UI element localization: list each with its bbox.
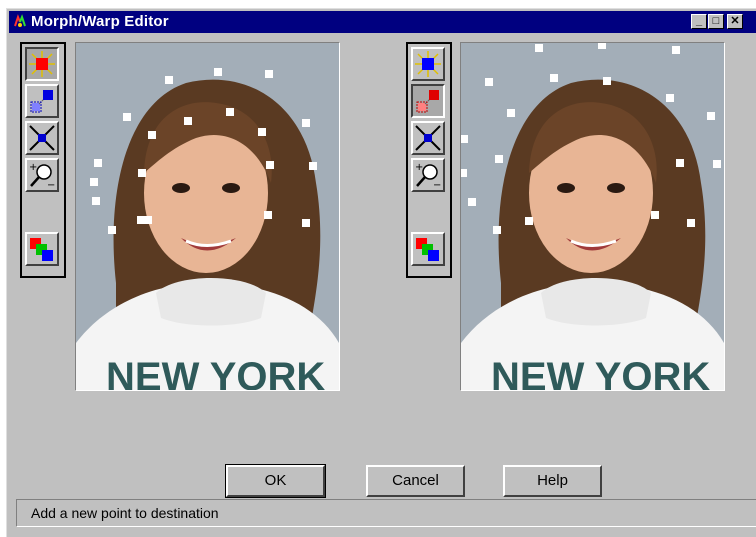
control-point[interactable] xyxy=(266,161,274,169)
svg-text:+: + xyxy=(29,162,37,173)
sparkle-blue-square-icon xyxy=(415,51,441,77)
control-point[interactable] xyxy=(672,46,680,54)
maximize-button[interactable]: □ xyxy=(708,14,724,29)
minimize-button[interactable]: _ xyxy=(691,14,707,29)
x-cross-icon xyxy=(29,125,55,151)
control-point[interactable] xyxy=(214,68,222,76)
destination-add-point-tool[interactable] xyxy=(411,47,445,81)
title-bar[interactable]: Morph/Warp Editor _ □ ✕ xyxy=(9,11,756,33)
morph-warp-editor-window: Morph/Warp Editor _ □ ✕ + − NEW YORK + −… xyxy=(6,8,756,537)
girl-photo: NEW YORK xyxy=(461,43,724,390)
control-point[interactable] xyxy=(302,119,310,127)
x-cross-icon xyxy=(415,125,441,151)
close-button[interactable]: ✕ xyxy=(727,14,743,29)
destination-color-tool[interactable] xyxy=(411,232,445,266)
rgb-squares-icon xyxy=(30,238,53,261)
control-point[interactable] xyxy=(535,44,543,52)
control-point[interactable] xyxy=(309,162,317,170)
control-point[interactable] xyxy=(92,197,100,205)
control-point[interactable] xyxy=(226,108,234,116)
help-button[interactable]: Help xyxy=(503,465,602,497)
control-point[interactable] xyxy=(687,219,695,227)
control-point[interactable] xyxy=(138,169,146,177)
control-point[interactable] xyxy=(108,226,116,234)
control-point[interactable] xyxy=(495,155,503,163)
control-point[interactable] xyxy=(461,169,467,177)
control-point[interactable] xyxy=(666,94,674,102)
control-point[interactable] xyxy=(148,131,156,139)
source-color-tool[interactable] xyxy=(25,232,59,266)
control-point[interactable] xyxy=(90,178,98,186)
destination-zoom-tool[interactable]: + − xyxy=(411,158,445,192)
status-bar: Add a new point to destination xyxy=(16,499,756,527)
control-point[interactable] xyxy=(676,159,684,167)
destination-move-point-tool[interactable] xyxy=(411,84,445,118)
source-image-canvas[interactable]: NEW YORK xyxy=(75,42,340,391)
destination-delete-point-tool[interactable] xyxy=(411,121,445,155)
ok-button[interactable]: OK xyxy=(225,464,326,498)
source-delete-point-tool[interactable] xyxy=(25,121,59,155)
control-point[interactable] xyxy=(713,160,721,168)
shirt-text: NEW YORK xyxy=(491,355,710,390)
source-toolbar: + − xyxy=(20,42,66,278)
magnifier-plus-minus-icon: + − xyxy=(29,162,55,190)
shirt-text: NEW YORK xyxy=(106,355,325,390)
control-point[interactable] xyxy=(184,117,192,125)
control-point[interactable] xyxy=(94,159,102,167)
move-squares-icon xyxy=(30,90,53,113)
control-point[interactable] xyxy=(165,76,173,84)
control-point[interactable] xyxy=(264,211,272,219)
control-point[interactable] xyxy=(598,43,606,49)
rgb-squares-icon xyxy=(416,238,439,261)
control-point[interactable] xyxy=(493,226,501,234)
move-squares-icon xyxy=(416,90,439,113)
control-point[interactable] xyxy=(258,128,266,136)
window-title: Morph/Warp Editor xyxy=(31,13,169,30)
magnifier-plus-minus-icon: + − xyxy=(415,162,441,190)
control-point[interactable] xyxy=(461,135,468,143)
source-move-point-tool[interactable] xyxy=(25,84,59,118)
control-point[interactable] xyxy=(485,78,493,86)
svg-text:−: − xyxy=(433,180,441,190)
destination-image-canvas[interactable]: NEW YORK xyxy=(460,42,725,391)
svg-text:+: + xyxy=(415,162,423,173)
destination-toolbar: + − xyxy=(406,42,452,278)
source-add-point-tool[interactable] xyxy=(25,47,59,81)
control-point[interactable] xyxy=(507,109,515,117)
control-point[interactable] xyxy=(550,74,558,82)
control-point[interactable] xyxy=(302,219,310,227)
control-point[interactable] xyxy=(468,198,476,206)
status-message: Add a new point to destination xyxy=(31,505,219,521)
control-point[interactable] xyxy=(144,216,152,224)
control-point[interactable] xyxy=(265,70,273,78)
control-point[interactable] xyxy=(651,211,659,219)
cancel-button[interactable]: Cancel xyxy=(366,465,465,497)
control-point[interactable] xyxy=(123,113,131,121)
sparkle-red-square-icon xyxy=(29,51,55,77)
svg-text:−: − xyxy=(47,180,55,190)
girl-photo: NEW YORK xyxy=(76,43,339,390)
control-point[interactable] xyxy=(525,217,533,225)
app-icon xyxy=(14,14,26,27)
control-point[interactable] xyxy=(707,112,715,120)
control-point[interactable] xyxy=(603,77,611,85)
source-zoom-tool[interactable]: + − xyxy=(25,158,59,192)
